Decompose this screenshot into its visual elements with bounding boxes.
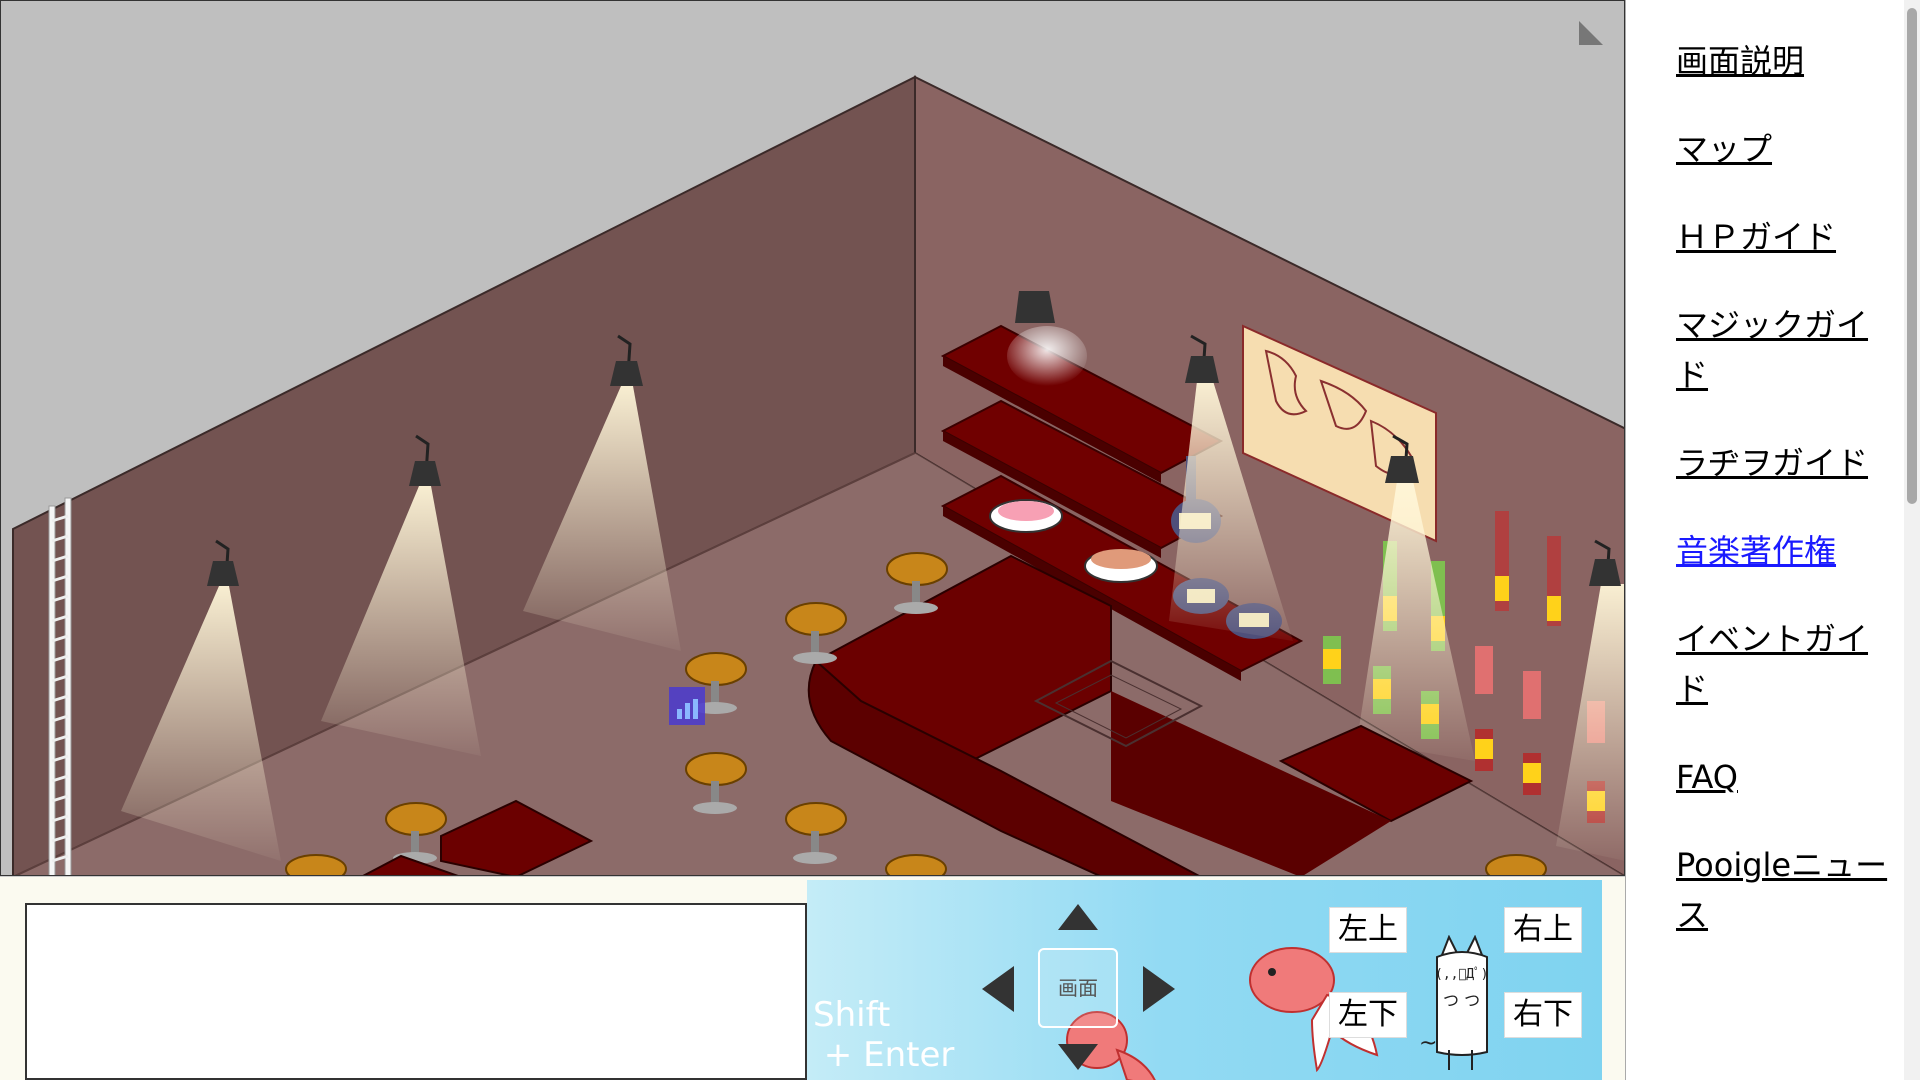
resize-corner-icon[interactable] — [1577, 19, 1605, 47]
scrollbar-thumb[interactable] — [1907, 8, 1917, 504]
sidebar-scrollbar[interactable] — [1904, 0, 1920, 1080]
cat-arms: つ つ — [1443, 991, 1481, 1010]
cat-icon: (,,ﾟДﾟ) つ つ ~ — [1419, 935, 1497, 1075]
nav-link-pooigle-news[interactable]: Pooigleニュース — [1676, 840, 1896, 940]
lower-right-button[interactable]: 右下 — [1504, 992, 1582, 1038]
movement-pad: Shift + Enter 画面 左上 右上 左下 右下 (,,ﾟДﾟ) つ つ… — [807, 880, 1602, 1080]
upper-right-button[interactable]: 右上 — [1504, 907, 1582, 953]
nav-link-screen-guide[interactable]: 画面説明 — [1676, 36, 1896, 86]
nav-link-music-copyright[interactable]: 音楽著作権 — [1676, 526, 1896, 576]
nav-link-hp-guide[interactable]: ＨＰガイド — [1676, 212, 1896, 262]
stool-icon[interactable] — [285, 854, 347, 876]
stool-icon[interactable] — [885, 854, 947, 876]
room-scene — [12, 75, 1624, 876]
cat-face: (,,ﾟДﾟ) — [1435, 967, 1489, 982]
arrow-up-icon[interactable] — [1056, 902, 1100, 932]
cat-tail: ~ — [1419, 1031, 1438, 1056]
nav-link-faq[interactable]: FAQ — [1676, 752, 1896, 802]
arrow-left-icon[interactable] — [980, 964, 1016, 1014]
pad-edge — [1602, 880, 1625, 1080]
avatar[interactable] — [669, 687, 705, 725]
arrow-right-icon[interactable] — [1141, 964, 1177, 1014]
nav-link-radio-guide[interactable]: ラヂヲガイド — [1676, 438, 1896, 488]
stool-icon[interactable] — [1485, 854, 1547, 876]
sidebar-nav: 画面説明 マップ ＨＰガイド マジックガイド ラヂヲガイド 音楽著作権 イベント… — [1625, 0, 1920, 1080]
room-stage[interactable] — [0, 0, 1625, 876]
shift-enter-hint: Shift + Enter — [813, 995, 955, 1075]
screen-button[interactable]: 画面 — [1038, 948, 1118, 1028]
chat-input[interactable] — [25, 903, 807, 1080]
nav-link-magic-guide[interactable]: マジックガイド — [1676, 300, 1896, 400]
nav-link-event-guide[interactable]: イベントガイド — [1676, 614, 1896, 714]
lower-left-button[interactable]: 左下 — [1329, 992, 1407, 1038]
arrow-down-icon[interactable] — [1056, 1042, 1100, 1072]
upper-left-button[interactable]: 左上 — [1329, 907, 1407, 953]
nav-link-map[interactable]: マップ — [1676, 124, 1896, 174]
